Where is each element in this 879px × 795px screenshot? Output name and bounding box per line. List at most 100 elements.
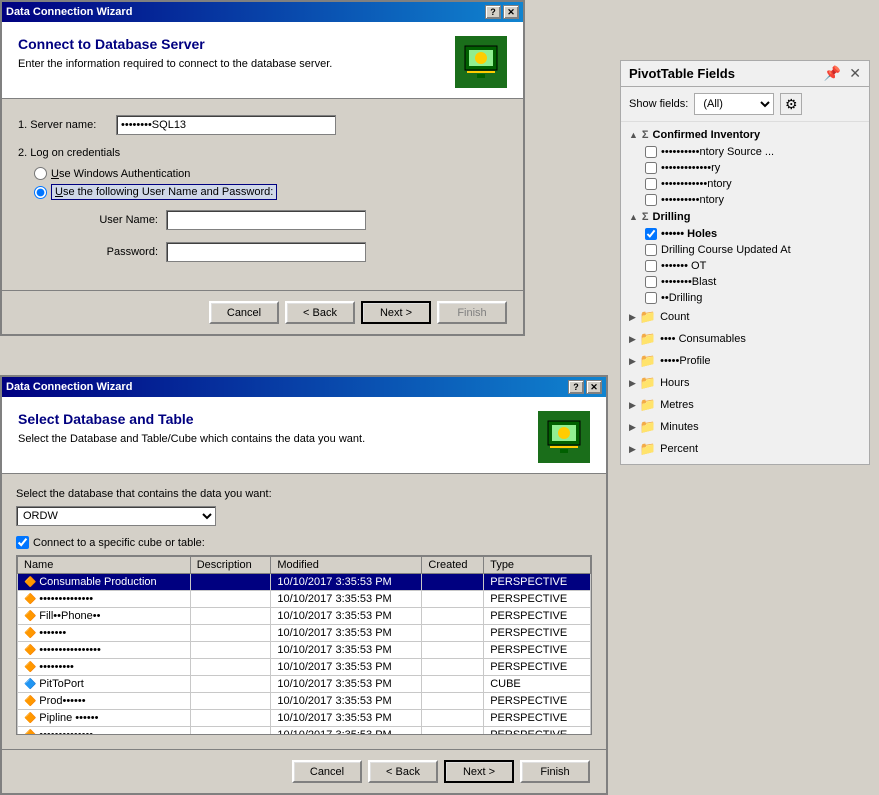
tree-checkbox-item[interactable]: ••••••• OT: [621, 258, 869, 274]
folder-icon: 📁: [640, 397, 656, 413]
tree-checkbox-item[interactable]: ••••••••••••ntory: [621, 176, 869, 192]
server-label: 1. Server name:: [18, 119, 108, 131]
tree-checkbox-item[interactable]: •••••••••••••ry: [621, 160, 869, 176]
wizard2-finish-btn[interactable]: Finish: [520, 760, 590, 783]
tree-item-checkbox[interactable]: [645, 146, 657, 158]
server-input[interactable]: [116, 115, 336, 135]
folder-icon: 📁: [640, 375, 656, 391]
tree-folder-item[interactable]: ▶ 📁 Metres: [621, 394, 869, 416]
folder-label: Percent: [660, 443, 698, 455]
tree-item-checkbox[interactable]: [645, 244, 657, 256]
folder-label: Minutes: [660, 421, 699, 433]
expand-icon: ▲: [629, 130, 638, 140]
tree-checkbox-item[interactable]: Drilling Course Updated At: [621, 242, 869, 258]
tree-folder-item[interactable]: ▶📁Hours: [621, 372, 869, 394]
show-fields-dropdown[interactable]: (All): [694, 93, 774, 115]
username-input[interactable]: [166, 210, 366, 230]
db-dropdown[interactable]: ORDW: [16, 506, 216, 526]
expand-right-icon: ▶: [629, 334, 636, 345]
table-row[interactable]: 🔷 PitToPort10/10/2017 3:35:53 PMCUBE: [18, 676, 591, 693]
folder-icon: 📁: [640, 441, 656, 457]
sigma-icon: Σ: [642, 211, 649, 223]
tree-checkbox-item[interactable]: •••••• Holes: [621, 226, 869, 242]
wizard2-back-btn[interactable]: < Back: [368, 760, 438, 783]
table-row[interactable]: 🔶 ••••••••••••••10/10/2017 3:35:53 PMPER…: [18, 727, 591, 736]
pivot-close-icon[interactable]: ✕: [849, 65, 861, 82]
wizard2-help-btn[interactable]: ?: [568, 380, 584, 394]
radio-windows[interactable]: [34, 167, 47, 180]
wizard2-header-desc: Select the Database and Table/Cube which…: [18, 433, 365, 445]
tree-folder-item[interactable]: ▶📁Count: [621, 306, 869, 328]
expand-right-icon: ▶: [629, 400, 636, 411]
folder-label: Metres: [660, 399, 694, 411]
table-row[interactable]: 🔶 Pipline ••••••10/10/2017 3:35:53 PMPER…: [18, 710, 591, 727]
wizard1-back-btn[interactable]: < Back: [285, 301, 355, 324]
tree-item-label: •••••• Holes: [661, 228, 717, 240]
table-row[interactable]: 🔶 ••••••••••••••10/10/2017 3:35:53 PMPER…: [18, 591, 591, 608]
wizard1-close-btn[interactable]: ✕: [503, 5, 519, 19]
db-label: Select the database that contains the da…: [16, 488, 592, 500]
specific-cube-row: Connect to a specific cube or table:: [16, 536, 592, 549]
radio-group: Use Windows Authentication Use the follo…: [34, 167, 507, 200]
table-row[interactable]: 🔶 Prod••••••10/10/2017 3:35:53 PMPERSPEC…: [18, 693, 591, 710]
perspective-icon: 🔶: [24, 713, 39, 724]
wizard1-title-bar: Data Connection Wizard ? ✕: [2, 2, 523, 22]
wizard1-cancel-btn[interactable]: Cancel: [209, 301, 279, 324]
wizard1-finish-btn[interactable]: Finish: [437, 301, 507, 324]
specific-cube-checkbox[interactable]: [16, 536, 29, 549]
col-desc: Description: [190, 557, 271, 574]
table-row[interactable]: 🔶 ••••••••••••••••10/10/2017 3:35:53 PMP…: [18, 642, 591, 659]
wizard1-next-btn[interactable]: Next >: [361, 301, 431, 324]
specific-cube-label: Connect to a specific cube or table:: [33, 537, 205, 549]
radio-userpass[interactable]: [34, 186, 47, 199]
gear-btn[interactable]: ⚙: [780, 93, 802, 115]
expand-icon: ▲: [629, 212, 638, 222]
tree-item-checkbox[interactable]: [645, 276, 657, 288]
col-created: Created: [422, 557, 484, 574]
wizard2-title: Data Connection Wizard: [6, 381, 132, 393]
col-modified: Modified: [271, 557, 422, 574]
perspective-icon: 🔶: [24, 730, 39, 735]
tree-folder-item[interactable]: ▶📁Percent: [621, 438, 869, 460]
tree-item-checkbox[interactable]: [645, 228, 657, 240]
tree-checkbox-item[interactable]: ••••••••Blast: [621, 274, 869, 290]
pin-icon[interactable]: 📌: [824, 65, 841, 82]
folder-label: Count: [660, 311, 689, 323]
tree-folder-item[interactable]: ▶📁Minutes: [621, 416, 869, 438]
wizard2-cancel-btn[interactable]: Cancel: [292, 760, 362, 783]
password-row: Password:: [78, 242, 507, 262]
wizard2-close-btn[interactable]: ✕: [586, 380, 602, 394]
table-row[interactable]: 🔶 •••••••10/10/2017 3:35:53 PMPERSPECTIV…: [18, 625, 591, 642]
tree-group-item: ▲ΣDrilling: [621, 208, 869, 226]
tree-item-checkbox[interactable]: [645, 260, 657, 272]
radio-userpass-label: Use the following User Name and Password…: [51, 184, 277, 200]
tree-item-label: Drilling Course Updated At: [661, 244, 791, 256]
tree-item-label: ••••••••••••ntory: [661, 178, 732, 190]
wizard1-help-btn[interactable]: ?: [485, 5, 501, 19]
tree-item-label: ••••••••••ntory Source ...: [661, 146, 774, 158]
tree-item-label: ••••••••••ntory: [661, 194, 724, 206]
tree-checkbox-item[interactable]: ••Drilling: [621, 290, 869, 306]
pivot-toolbar: Show fields: (All) ⚙: [621, 87, 869, 122]
tree-folder-item[interactable]: ▶📁•••••Profile: [621, 350, 869, 372]
tree-item-label: ••••••••Blast: [661, 276, 716, 288]
tree-item-checkbox[interactable]: [645, 178, 657, 190]
tree-checkbox-item[interactable]: ••••••••••ntory Source ...: [621, 144, 869, 160]
password-input[interactable]: [166, 242, 366, 262]
tree-checkbox-item[interactable]: ••••••••••ntory: [621, 192, 869, 208]
tree-item-checkbox[interactable]: [645, 162, 657, 174]
tree-folder-item[interactable]: ▶📁•••• Consumables: [621, 328, 869, 350]
radio-windows-label: Use Windows Authentication: [51, 168, 190, 180]
tree-item-checkbox[interactable]: [645, 292, 657, 304]
wizard2-next-btn[interactable]: Next >: [444, 760, 514, 783]
table-row[interactable]: 🔶 •••••••••10/10/2017 3:35:53 PMPERSPECT…: [18, 659, 591, 676]
perspective-icon: 🔶: [24, 611, 39, 622]
folder-icon: 📁: [640, 331, 656, 347]
radio-userpass-row: Use the following User Name and Password…: [34, 184, 507, 200]
username-row: User Name:: [78, 210, 507, 230]
wizard2-title-bar: Data Connection Wizard ? ✕: [2, 377, 606, 397]
table-row[interactable]: 🔶 Consumable Production10/10/2017 3:35:5…: [18, 574, 591, 591]
table-row[interactable]: 🔶 Fill••Phone••10/10/2017 3:35:53 PMPERS…: [18, 608, 591, 625]
pivot-panel: PivotTable Fields 📌 ✕ Show fields: (All)…: [620, 60, 870, 465]
tree-item-checkbox[interactable]: [645, 194, 657, 206]
